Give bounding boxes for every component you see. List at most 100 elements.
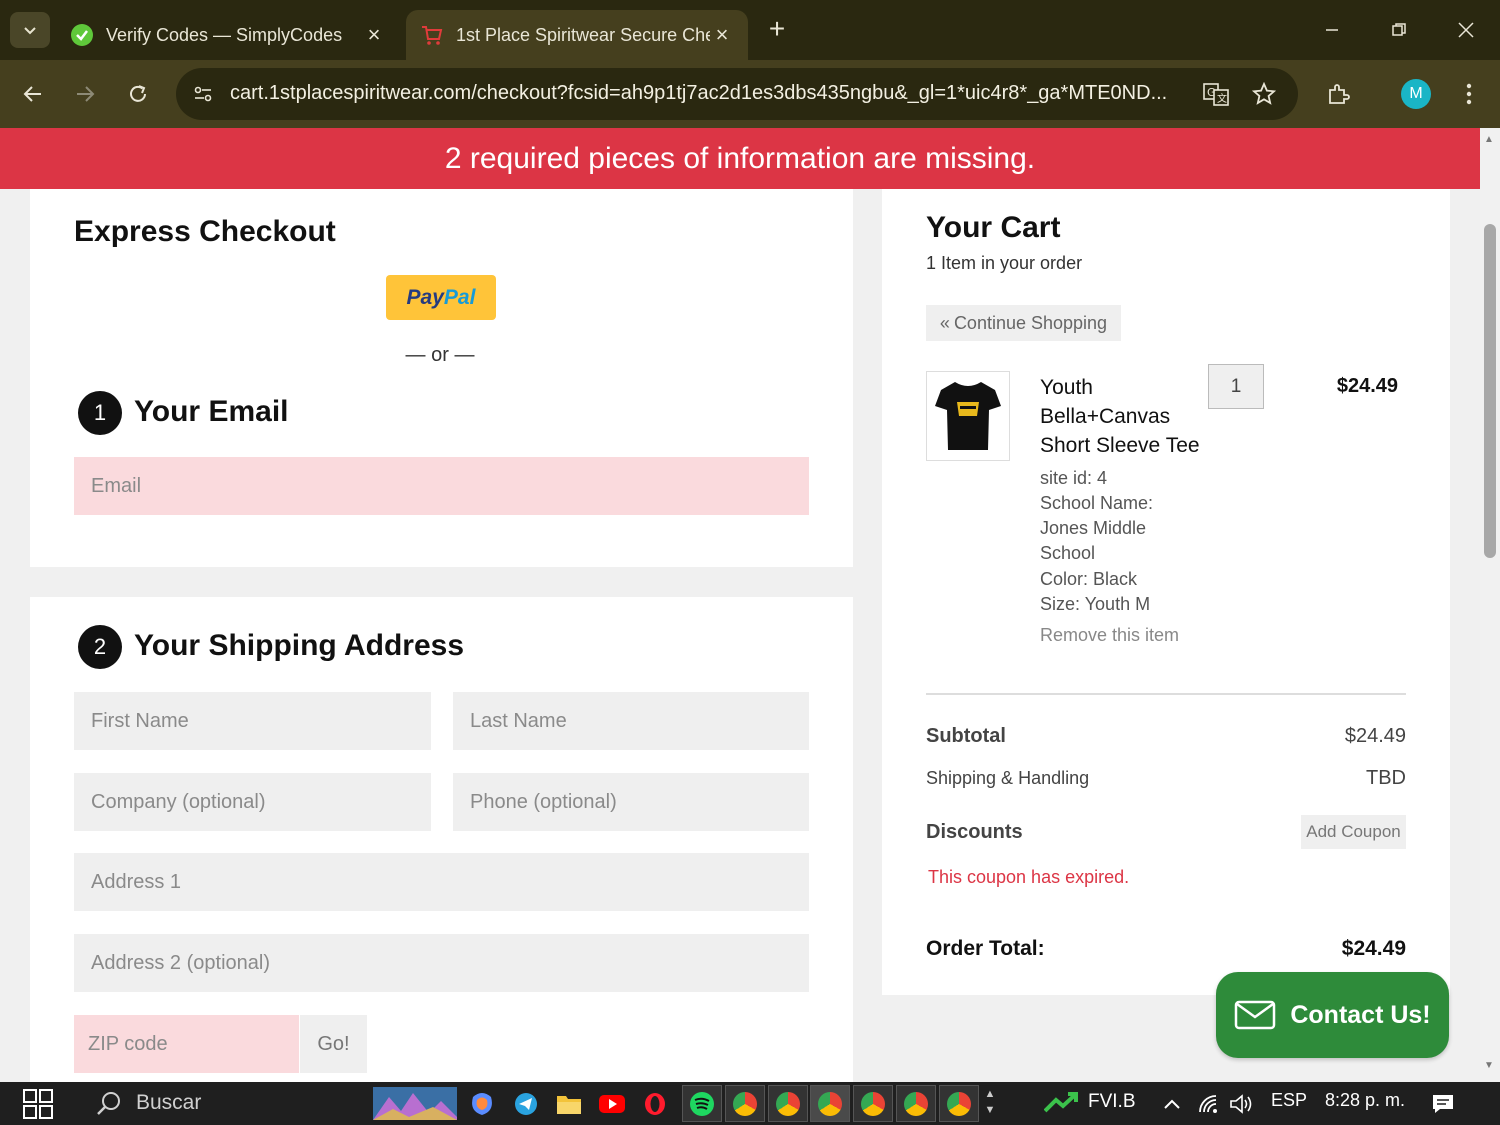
youtube-icon[interactable] xyxy=(592,1085,632,1122)
chrome-window-icon[interactable] xyxy=(853,1085,893,1122)
item-price: $24.49 xyxy=(1336,375,1398,397)
show-hidden-icons-chevron-icon[interactable] xyxy=(1159,1091,1185,1117)
shipping-panel: 2 Your Shipping Address First Name Last … xyxy=(30,597,853,1082)
shipping-section-title: Your Shipping Address xyxy=(134,629,465,662)
item-color: Color: Black xyxy=(1040,569,1138,589)
scrollbar-thumb[interactable] xyxy=(1484,224,1496,558)
widgets-landscape-icon[interactable] xyxy=(373,1087,457,1120)
address2-field[interactable]: Address 2 (optional) xyxy=(74,934,809,992)
envelope-icon xyxy=(1234,1000,1276,1030)
cart-favicon-icon xyxy=(420,23,444,47)
remove-item-link[interactable]: Remove this item xyxy=(1040,625,1179,646)
express-checkout-title: Express Checkout xyxy=(74,215,336,248)
close-tab-icon[interactable]: × xyxy=(362,22,386,48)
tab-search-button[interactable] xyxy=(10,12,50,48)
zip-field[interactable]: ZIP code xyxy=(74,1015,299,1073)
paypal-button[interactable]: Pay Pal xyxy=(386,275,496,320)
product-name[interactable]: Youth Bella+Canvas Short Sleeve Tee xyxy=(1040,373,1210,460)
site-settings-icon[interactable] xyxy=(190,81,216,107)
scroll-down-arrow-icon[interactable]: ▼ xyxy=(1484,1060,1494,1071)
page-scrollbar[interactable]: ▲ ▼ xyxy=(1480,128,1500,1082)
chrome-window-icon[interactable] xyxy=(939,1085,979,1122)
discounts-label: Discounts xyxy=(926,821,1023,843)
zip-go-button[interactable]: Go! xyxy=(300,1015,367,1073)
chrome-window-icon[interactable] xyxy=(725,1085,765,1122)
extensions-icon[interactable] xyxy=(1320,76,1356,112)
close-tab-icon[interactable]: × xyxy=(710,22,734,48)
phone-field[interactable]: Phone (optional) xyxy=(453,773,809,831)
shipping-value: TBD xyxy=(1366,767,1406,789)
continue-shopping-button[interactable]: « Continue Shopping xyxy=(926,305,1121,341)
step-number-badge: 1 xyxy=(78,391,122,435)
search-icon xyxy=(97,1092,120,1115)
windows-taskbar: Buscar ▲ ▼ FVI.B ESP 8:28 p. m. xyxy=(0,1082,1500,1125)
language-indicator[interactable]: ESP xyxy=(1271,1090,1307,1111)
url-text[interactable]: cart.1stplacespiritwear.com/checkout?fcs… xyxy=(230,82,1190,105)
wifi-icon[interactable] xyxy=(1197,1091,1223,1117)
translate-icon[interactable]: G文 xyxy=(1201,80,1231,108)
start-grid-icon[interactable] xyxy=(22,1089,54,1119)
contact-us-label: Contact Us! xyxy=(1290,1000,1431,1029)
volume-icon[interactable] xyxy=(1229,1091,1255,1117)
chrome-window-icon[interactable] xyxy=(896,1085,936,1122)
last-name-field[interactable]: Last Name xyxy=(453,692,809,750)
product-thumbnail[interactable] xyxy=(926,371,1010,461)
reload-icon[interactable] xyxy=(120,76,156,112)
opera-icon[interactable] xyxy=(635,1085,675,1122)
file-explorer-icon[interactable] xyxy=(549,1085,589,1122)
company-field[interactable]: Company (optional) xyxy=(74,773,431,831)
svg-text:文: 文 xyxy=(1217,92,1227,105)
quantity-input[interactable]: 1 xyxy=(1208,364,1264,409)
copilot-icon[interactable] xyxy=(462,1085,502,1122)
page-viewport: 2 required pieces of information are mis… xyxy=(0,128,1480,1082)
scroll-up-arrow-icon[interactable]: ▲ xyxy=(1484,134,1494,145)
add-coupon-button[interactable]: Add Coupon xyxy=(1301,815,1406,849)
subtotal-value: $24.49 xyxy=(1344,725,1406,747)
subtotal-label: Subtotal xyxy=(926,725,1006,747)
address1-placeholder: Address 1 xyxy=(91,870,182,893)
restore-icon[interactable] xyxy=(1379,12,1419,48)
address2-placeholder: Address 2 (optional) xyxy=(91,951,270,974)
tab-strip: Verify Codes — SimplyCodes × 1st Place S… xyxy=(0,0,1500,60)
telegram-icon[interactable] xyxy=(506,1085,546,1122)
forward-icon[interactable] xyxy=(67,76,103,112)
email-field[interactable]: Email xyxy=(74,457,809,515)
minimize-icon[interactable] xyxy=(1312,12,1352,48)
cart-divider xyxy=(926,693,1406,695)
stock-up-icon xyxy=(1044,1092,1078,1113)
contact-us-button[interactable]: Contact Us! xyxy=(1216,972,1449,1058)
first-name-field[interactable]: First Name xyxy=(74,692,431,750)
order-total-label: Order Total: xyxy=(926,937,1045,960)
profile-avatar[interactable]: M xyxy=(1401,79,1431,109)
close-window-icon[interactable] xyxy=(1446,12,1486,48)
browser-toolbar: cart.1stplacespiritwear.com/checkout?fcs… xyxy=(0,60,1500,128)
taskbar-search[interactable]: Buscar xyxy=(96,1090,201,1116)
or-separator: — or — xyxy=(405,344,475,366)
notifications-icon[interactable] xyxy=(1430,1091,1456,1117)
taskbar-overflow-icon[interactable]: ▲ ▼ xyxy=(982,1086,998,1118)
order-total-value: $24.49 xyxy=(1341,937,1406,960)
address-bar[interactable]: cart.1stplacespiritwear.com/checkout?fcs… xyxy=(176,68,1298,120)
bookmark-star-icon[interactable] xyxy=(1249,80,1279,108)
clock-time[interactable]: 8:28 p. m. xyxy=(1325,1090,1405,1111)
zip-placeholder: ZIP code xyxy=(88,1032,168,1055)
new-tab-icon[interactable]: + xyxy=(762,13,792,44)
tab-checkout[interactable]: 1st Place Spiritwear Secure Checkout × xyxy=(406,10,748,60)
first-name-placeholder: First Name xyxy=(91,709,189,732)
stock-ticker: FVI.B xyxy=(1088,1091,1136,1112)
company-placeholder: Company (optional) xyxy=(91,790,266,813)
shipping-label: Shipping & Handling xyxy=(926,768,1090,788)
tab-title: Verify Codes — SimplyCodes xyxy=(106,24,343,45)
phone-placeholder: Phone (optional) xyxy=(470,790,617,813)
address1-field[interactable]: Address 1 xyxy=(74,853,809,911)
spotify-icon[interactable] xyxy=(682,1085,722,1122)
menu-kebab-icon[interactable] xyxy=(1451,76,1487,112)
stock-widget[interactable]: FVI.B xyxy=(1044,1091,1136,1113)
back-icon[interactable] xyxy=(15,76,51,112)
chrome-window-active-icon[interactable] xyxy=(810,1085,850,1122)
chrome-window-icon[interactable] xyxy=(768,1085,808,1122)
tab-simplycodes[interactable]: Verify Codes — SimplyCodes × xyxy=(56,10,400,60)
coupon-error-message: This coupon has expired. xyxy=(928,867,1130,887)
search-label: Buscar xyxy=(136,1091,202,1114)
last-name-placeholder: Last Name xyxy=(470,709,567,732)
